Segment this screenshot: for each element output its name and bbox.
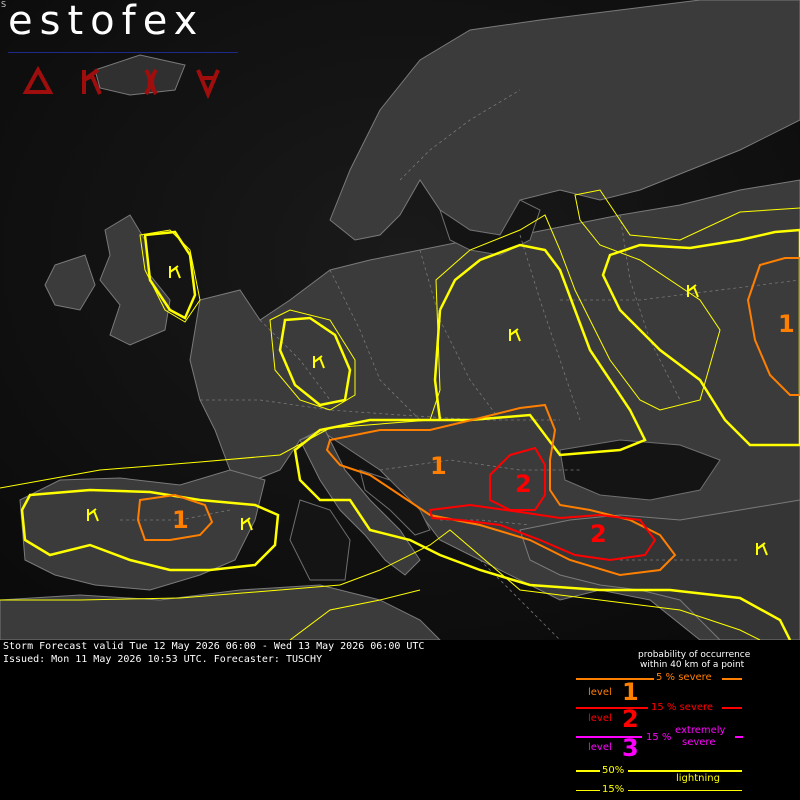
triangle-icon — [22, 66, 54, 94]
tornado-icon — [196, 69, 220, 100]
level2-number-turkey: 2 — [590, 520, 607, 548]
legend-lightning50-line-right — [628, 770, 742, 772]
legend-level1-number: 1 — [622, 678, 639, 706]
level1-number-russia: 1 — [778, 310, 795, 338]
level1-number-iberia: 1 — [172, 506, 189, 534]
legend: probability of occurrence within 40 km o… — [560, 640, 800, 800]
hail-icon — [144, 68, 158, 96]
legend-lightning15-line-right — [628, 790, 742, 791]
legend-title-line1: probability of occurrence — [638, 650, 751, 660]
legend-level2-prob: 15 % severe — [651, 702, 714, 713]
legend-lightning50-line-left — [576, 770, 600, 772]
legend-level2-label: level — [588, 713, 612, 724]
forecast-map: 1 1 2 2 1 S estofex — [0, 0, 800, 640]
level2-number-romania: 2 — [515, 470, 532, 498]
header-icons-svg — [22, 66, 220, 100]
legend-lightning50-text: 50% — [602, 765, 625, 776]
legend-level1-label: level — [588, 687, 612, 698]
brand-logo[interactable]: estofex — [8, 0, 204, 44]
legend-level3-prob: 15 % — [646, 732, 672, 743]
legend-level3-desc2: severe — [682, 737, 716, 748]
legend-level3-label: level — [588, 742, 612, 753]
legend-level1-prob: 5 % severe — [656, 672, 712, 683]
legend-level2-number: 2 — [622, 705, 639, 733]
forecast-issued-line: Issued: Mon 11 May 2026 10:53 UTC. Forec… — [3, 654, 323, 665]
corner-mark: S — [1, 0, 7, 9]
forecast-valid-line: Storm Forecast valid Tue 12 May 2026 06:… — [3, 641, 425, 652]
legend-level3-number: 3 — [622, 734, 639, 762]
legend-lightning-label: lightning — [676, 773, 720, 784]
legend-level1-line-left — [576, 678, 654, 680]
wind-gust-icon — [82, 68, 102, 95]
brand-underline — [8, 52, 238, 53]
legend-lightning15-line-left — [576, 790, 600, 791]
legend-level2-line-right — [722, 707, 742, 709]
level1-number-balkans: 1 — [430, 452, 447, 480]
legend-level3-line-right — [735, 736, 743, 738]
legend-level1-line-right — [722, 678, 742, 680]
legend-lightning15-text: 15% — [602, 784, 625, 795]
legend-level3-desc1: extremely — [675, 725, 726, 736]
legend-title-line2: within 40 km of a point — [640, 660, 745, 670]
